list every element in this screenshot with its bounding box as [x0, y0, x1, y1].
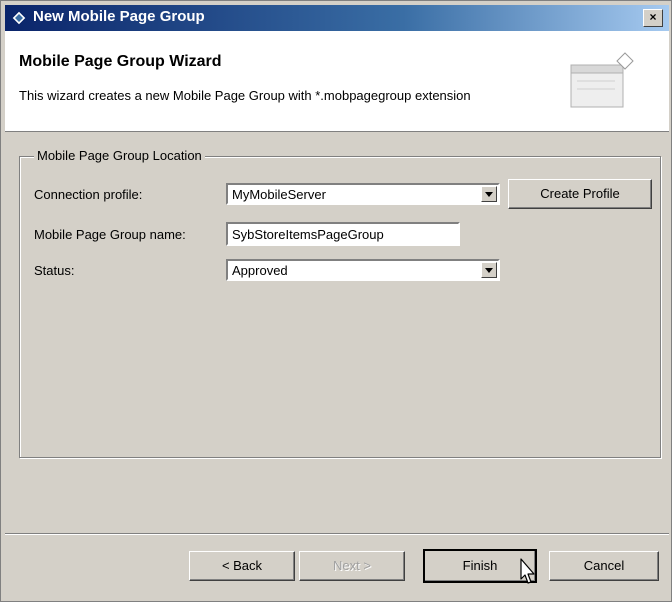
wizard-header: Mobile Page Group Wizard This wizard cre… [5, 31, 669, 132]
group-legend: Mobile Page Group Location [34, 148, 205, 163]
wizard-description: This wizard creates a new Mobile Page Gr… [19, 88, 471, 103]
back-button[interactable]: < Back [189, 551, 295, 581]
cancel-button[interactable]: Cancel [549, 551, 659, 581]
close-button[interactable]: × [643, 9, 663, 27]
dialog-window: New Mobile Page Group × Mobile Page Grou… [0, 0, 672, 602]
next-button-label: Next > [333, 558, 371, 573]
window-diamond-icon [11, 10, 27, 26]
mouse-pointer-icon [515, 557, 539, 587]
connection-profile-select[interactable]: MyMobileServer [226, 183, 500, 205]
status-select[interactable]: Approved [226, 259, 500, 281]
next-button[interactable]: Next > [299, 551, 405, 581]
page-group-name-input[interactable] [228, 224, 458, 244]
footer-separator [5, 533, 669, 535]
status-value: Approved [232, 263, 288, 278]
wizard-banner-icon [567, 51, 637, 111]
create-profile-label: Create Profile [540, 186, 620, 201]
back-button-label: < Back [221, 558, 263, 573]
wizard-title: Mobile Page Group Wizard [19, 53, 222, 70]
finish-button-label: Finish [462, 558, 498, 573]
page-group-name-field[interactable] [226, 222, 460, 246]
dropdown-arrow-icon[interactable] [481, 186, 497, 202]
connection-profile-label: Connection profile: [34, 187, 143, 202]
window-title: New Mobile Page Group [33, 8, 205, 25]
title-bar[interactable]: New Mobile Page Group × [5, 5, 669, 31]
location-groupbox: Mobile Page Group Location Connection pr… [19, 148, 661, 458]
page-group-name-label: Mobile Page Group name: [34, 227, 186, 242]
dropdown-arrow-icon[interactable] [481, 262, 497, 278]
close-icon: × [649, 10, 657, 24]
create-profile-button[interactable]: Create Profile [508, 179, 652, 209]
cancel-button-label: Cancel [583, 558, 625, 573]
status-label: Status: [34, 263, 75, 278]
connection-profile-value: MyMobileServer [232, 187, 326, 202]
